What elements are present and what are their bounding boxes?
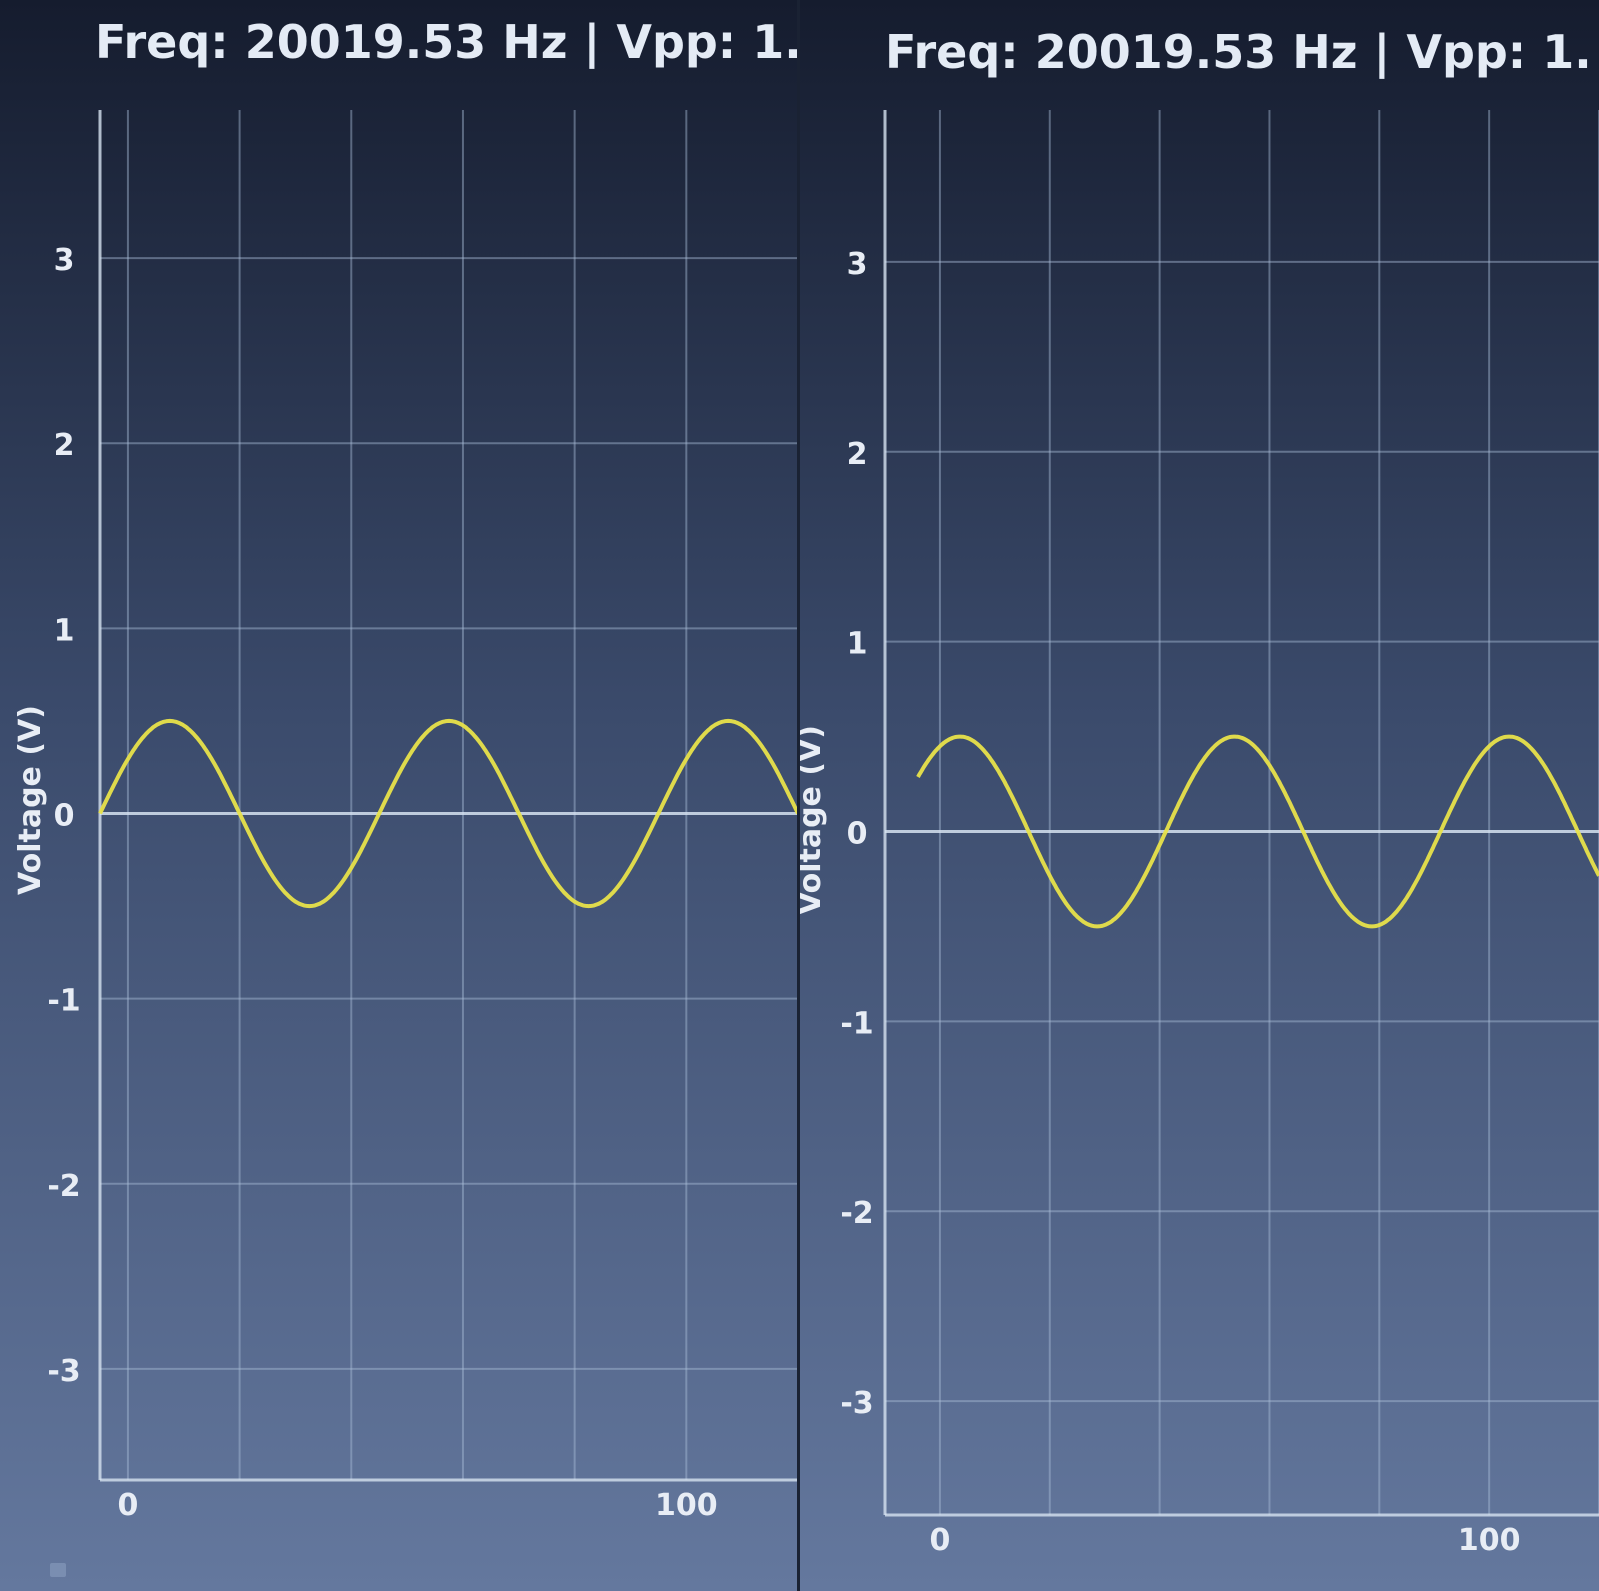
x-tick-label: 0 xyxy=(117,1488,138,1523)
x-tick-label: 100 xyxy=(655,1488,718,1523)
y-tick-label: 3 xyxy=(847,247,868,282)
y-tick-label: 0 xyxy=(54,799,75,834)
y-tick-label: -2 xyxy=(47,1169,80,1204)
chart-title: Freq: 20019.53 Hz | Vpp: 1. xyxy=(95,15,798,70)
screen-background xyxy=(0,0,798,1591)
scope-chart-left: 3 2 1 0 -1 -2 -3 0 100 Voltage (V) Freq: 20019.53 … xyxy=(0,0,798,1591)
y-tick-label: 2 xyxy=(847,437,868,472)
y-tick-label: -1 xyxy=(47,984,80,1019)
scope-panel-left: 3 2 1 0 -1 -2 -3 0 100 Voltage (V) Freq: 20019.53 … xyxy=(0,0,798,1591)
y-tick-label: 1 xyxy=(54,613,75,648)
x-tick-label: 100 xyxy=(1458,1523,1521,1558)
y-tick-label: 2 xyxy=(54,428,75,463)
chart-title: Freq: 20019.53 Hz | Vpp: 1. xyxy=(885,25,1592,80)
screen-background xyxy=(800,0,1599,1591)
oscilloscope-screen: 3 2 1 0 -1 -2 -3 0 100 Voltage (V) Freq: 20019.53 … xyxy=(0,0,1599,1591)
y-tick-label: -3 xyxy=(840,1386,873,1421)
y-tick-label: 0 xyxy=(847,816,868,851)
scope-chart-right: 3 2 1 0 -1 -2 -3 0 100 Voltage (V) Freq: 20019.53 … xyxy=(800,0,1599,1591)
y-axis-label: Voltage (V) xyxy=(800,725,828,915)
window-indicator-icon xyxy=(50,1563,66,1577)
y-tick-label: -1 xyxy=(840,1006,873,1041)
y-tick-label: -2 xyxy=(840,1196,873,1231)
y-tick-label: 1 xyxy=(847,627,868,662)
y-axis-label: Voltage (V) xyxy=(13,705,48,895)
y-tick-label: -3 xyxy=(47,1354,80,1389)
y-tick-label: 3 xyxy=(54,243,75,278)
x-tick-label: 0 xyxy=(929,1523,950,1558)
scope-panel-right: 3 2 1 0 -1 -2 -3 0 100 Voltage (V) Freq: 20019.53 … xyxy=(800,0,1599,1591)
